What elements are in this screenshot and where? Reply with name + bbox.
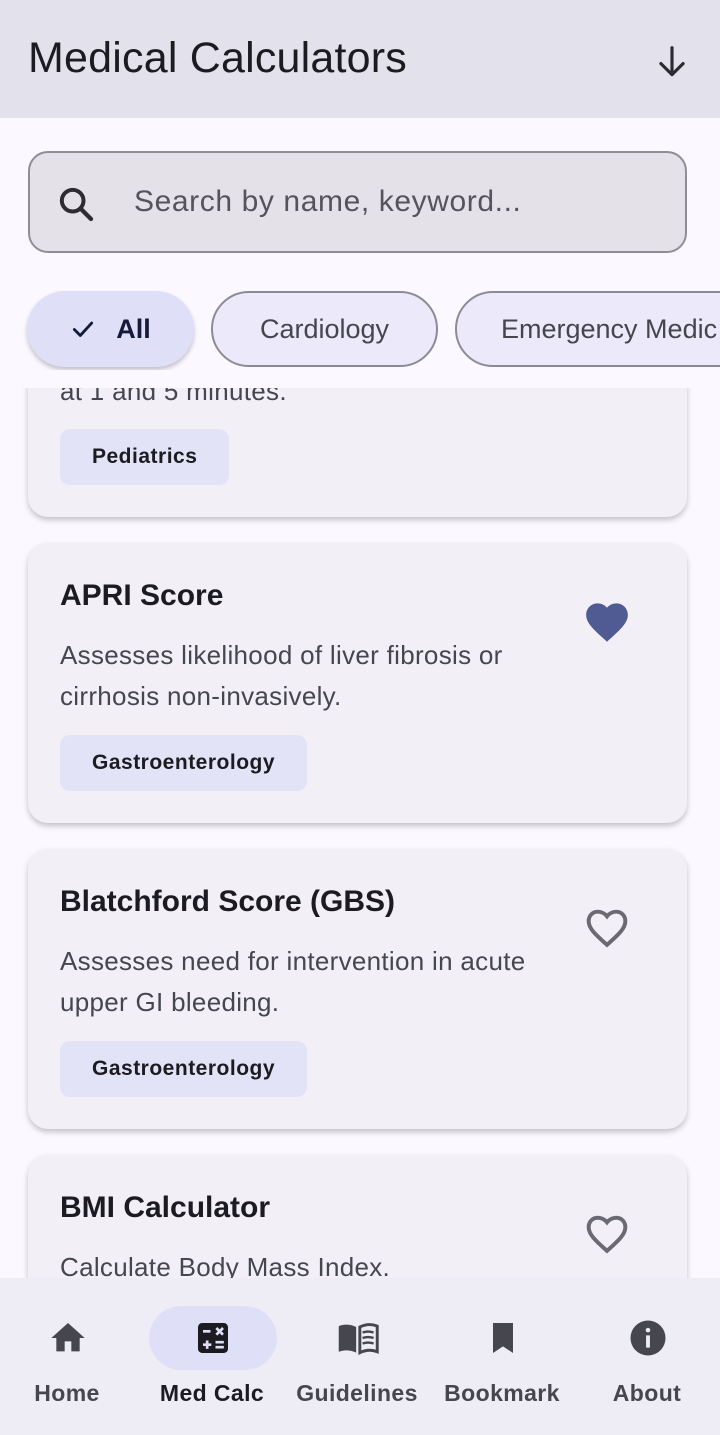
search-input[interactable]: Search by name, keyword... (28, 151, 687, 253)
nav-item-med-calc[interactable]: Med Calc (145, 1278, 289, 1435)
nav-label: Med Calc (159, 1380, 265, 1406)
bookmark-icon (493, 1323, 513, 1353)
page-title: Medical Calculators (28, 34, 408, 82)
favorite-button[interactable] (580, 596, 634, 650)
filter-chip-label: Emergency Medic (501, 313, 718, 344)
nav-label: About (612, 1380, 682, 1406)
filter-chip-label: Cardiology (259, 313, 390, 344)
arrow-down-icon (659, 46, 685, 77)
card-description: Assesses need for intervention in acute … (60, 946, 526, 1017)
card-description: at 1 and 5 minutes. (60, 388, 287, 406)
search-placeholder: Search by name, keyword... (134, 185, 522, 218)
nav-indicator (294, 1306, 422, 1370)
download-button[interactable] (646, 38, 698, 86)
heart-filled-icon (586, 603, 628, 642)
calculator-card-bmi[interactable]: BMI Calculator Calculate Body Mass Index… (28, 1155, 687, 1278)
nav-label: Home (34, 1380, 100, 1406)
favorite-button[interactable] (580, 1208, 634, 1262)
search-icon (59, 187, 94, 222)
nav-indicator (584, 1306, 712, 1370)
nav-indicator (149, 1306, 277, 1370)
nav-item-guidelines[interactable]: Guidelines (290, 1278, 434, 1435)
favorite-button[interactable] (580, 902, 634, 956)
nav-item-home[interactable]: Home (0, 1278, 144, 1435)
nav-label: Guidelines (296, 1380, 418, 1406)
card-title: BMI Calculator (60, 1191, 271, 1224)
calculator-icon (198, 1323, 228, 1353)
info-icon (630, 1320, 666, 1356)
calculator-card[interactable]: at 1 and 5 minutes. Pediatrics (28, 388, 687, 517)
heart-outline-icon (586, 1215, 628, 1254)
card-title: APRI Score (60, 579, 224, 612)
home-icon (51, 1323, 85, 1352)
nav-item-bookmark[interactable]: Bookmark (435, 1278, 579, 1435)
card-title: Blatchford Score (GBS) (60, 885, 396, 918)
check-icon (73, 321, 94, 337)
filter-chip-label: All (116, 313, 151, 344)
heart-outline-icon (586, 909, 628, 948)
nav-item-about[interactable]: About (580, 1278, 720, 1435)
nav-label: Bookmark (444, 1380, 560, 1406)
filter-chip-emergency-medicine[interactable]: Emergency Medic (455, 291, 720, 367)
category-filter-row: All Cardiology Emergency Medic (0, 290, 720, 370)
calculator-card-apri[interactable]: APRI Score Assesses likelihood of liver … (28, 543, 687, 823)
bottom-navigation: Home Med Calc Guidelines Bookmark About (0, 1278, 720, 1435)
book-icon (338, 1323, 379, 1356)
category-tag: Gastroenterology (60, 735, 308, 791)
app-bar: Medical Calculators (0, 0, 720, 118)
calculator-list[interactable]: at 1 and 5 minutes. Pediatrics APRI Scor… (0, 388, 720, 1278)
category-tag: Pediatrics (60, 429, 230, 485)
category-tag: Gastroenterology (60, 1041, 308, 1097)
card-description: Assesses likelihood of liver fibrosis or… (60, 640, 503, 711)
calculator-card-blatchford[interactable]: Blatchford Score (GBS) Assesses need for… (28, 849, 687, 1129)
nav-indicator (439, 1306, 567, 1370)
nav-indicator (4, 1306, 132, 1370)
filter-chip-cardiology[interactable]: Cardiology (211, 291, 438, 367)
card-description: Calculate Body Mass Index. (60, 1252, 391, 1278)
filter-chip-all[interactable]: All (27, 291, 194, 367)
